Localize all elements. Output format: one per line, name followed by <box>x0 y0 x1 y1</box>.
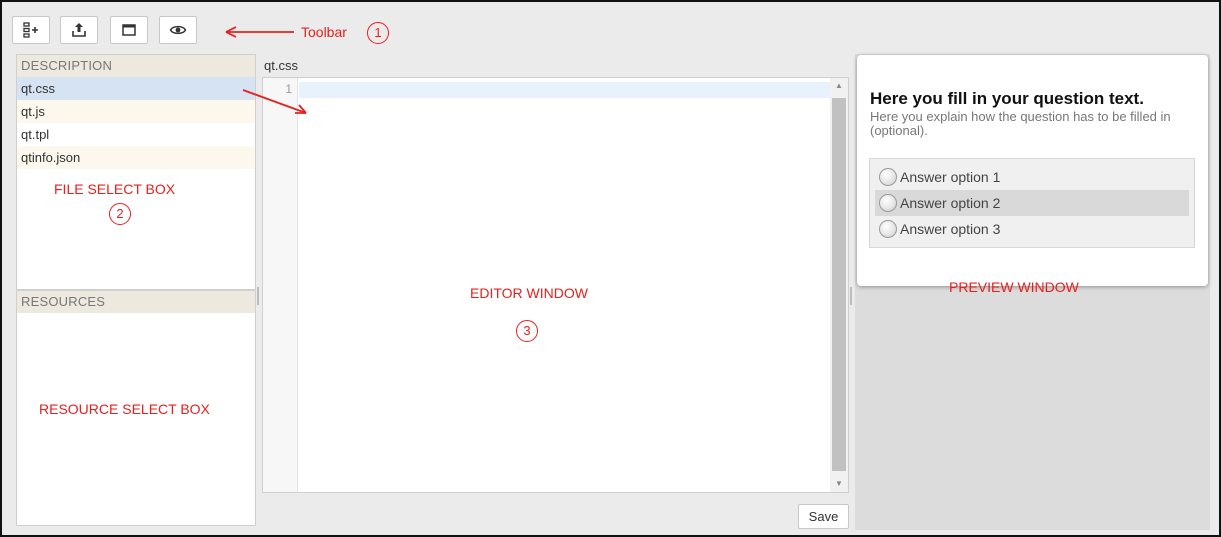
toolbar-number: 1 <box>367 22 389 44</box>
window-icon <box>122 24 136 36</box>
editor-filename: qt.css <box>264 58 298 73</box>
preview-card: Here you fill in your question text. Her… <box>857 55 1208 286</box>
file-select-annotation: FILE SELECT BOX <box>54 181 176 197</box>
editor-annotation: EDITOR WINDOW <box>470 285 588 301</box>
eye-icon <box>169 25 187 35</box>
answer-options: Answer option 1 Answer option 2 Answer o… <box>869 158 1195 248</box>
preview-button[interactable] <box>159 16 197 44</box>
toolbar-annotation: Toolbar <box>301 24 347 40</box>
save-button[interactable]: Save <box>798 504 849 529</box>
resource-select-annotation: RESOURCE SELECT BOX <box>39 401 210 417</box>
add-item-icon <box>23 22 38 38</box>
file-select-number: 2 <box>109 203 131 225</box>
answer-option-label: Answer option 2 <box>900 195 1001 211</box>
app-window: DESCRIPTION qt.css qt.js qt.tpl qtinfo.j… <box>0 0 1221 537</box>
description-header: DESCRIPTION <box>17 55 255 77</box>
line-gutter: 1 <box>263 78 298 492</box>
editor-number: 3 <box>516 320 538 342</box>
question-title: Here you fill in your question text. <box>870 89 1144 108</box>
file-item-qt-tpl[interactable]: qt.tpl <box>17 123 255 146</box>
add-item-button[interactable] <box>12 16 50 44</box>
right-splitter[interactable] <box>850 287 852 305</box>
resources-header: RESOURCES <box>17 291 255 313</box>
window-button[interactable] <box>110 16 148 44</box>
line-number: 1 <box>285 82 292 96</box>
left-splitter[interactable] <box>257 287 259 305</box>
scroll-down-icon[interactable]: ▼ <box>830 476 848 492</box>
file-item-qt-js[interactable]: qt.js <box>17 100 255 123</box>
active-line-highlight <box>299 82 831 98</box>
scroll-up-icon[interactable]: ▲ <box>830 78 848 94</box>
file-item-qt-css[interactable]: qt.css <box>17 77 255 100</box>
upload-button[interactable] <box>60 16 98 44</box>
preview-annotation: PREVIEW WINDOW <box>949 279 1079 295</box>
question-explanation: Here you explain how the question has to… <box>870 109 1171 138</box>
scrollbar-thumb[interactable] <box>832 98 846 471</box>
radio-icon[interactable] <box>879 220 897 238</box>
answer-option-2[interactable]: Answer option 2 <box>875 190 1189 216</box>
answer-option-label: Answer option 3 <box>900 221 1001 237</box>
answer-option-1[interactable]: Answer option 1 <box>875 164 1189 190</box>
answer-option-label: Answer option 1 <box>900 169 1001 185</box>
file-item-qtinfo-json[interactable]: qtinfo.json <box>17 146 255 169</box>
file-select-box: DESCRIPTION qt.css qt.js qt.tpl qtinfo.j… <box>16 54 256 290</box>
editor-scrollbar[interactable]: ▲ ▼ <box>830 78 848 492</box>
upload-icon <box>72 23 86 37</box>
radio-icon[interactable] <box>879 168 897 186</box>
answer-option-3[interactable]: Answer option 3 <box>875 216 1189 242</box>
radio-icon[interactable] <box>879 194 897 212</box>
